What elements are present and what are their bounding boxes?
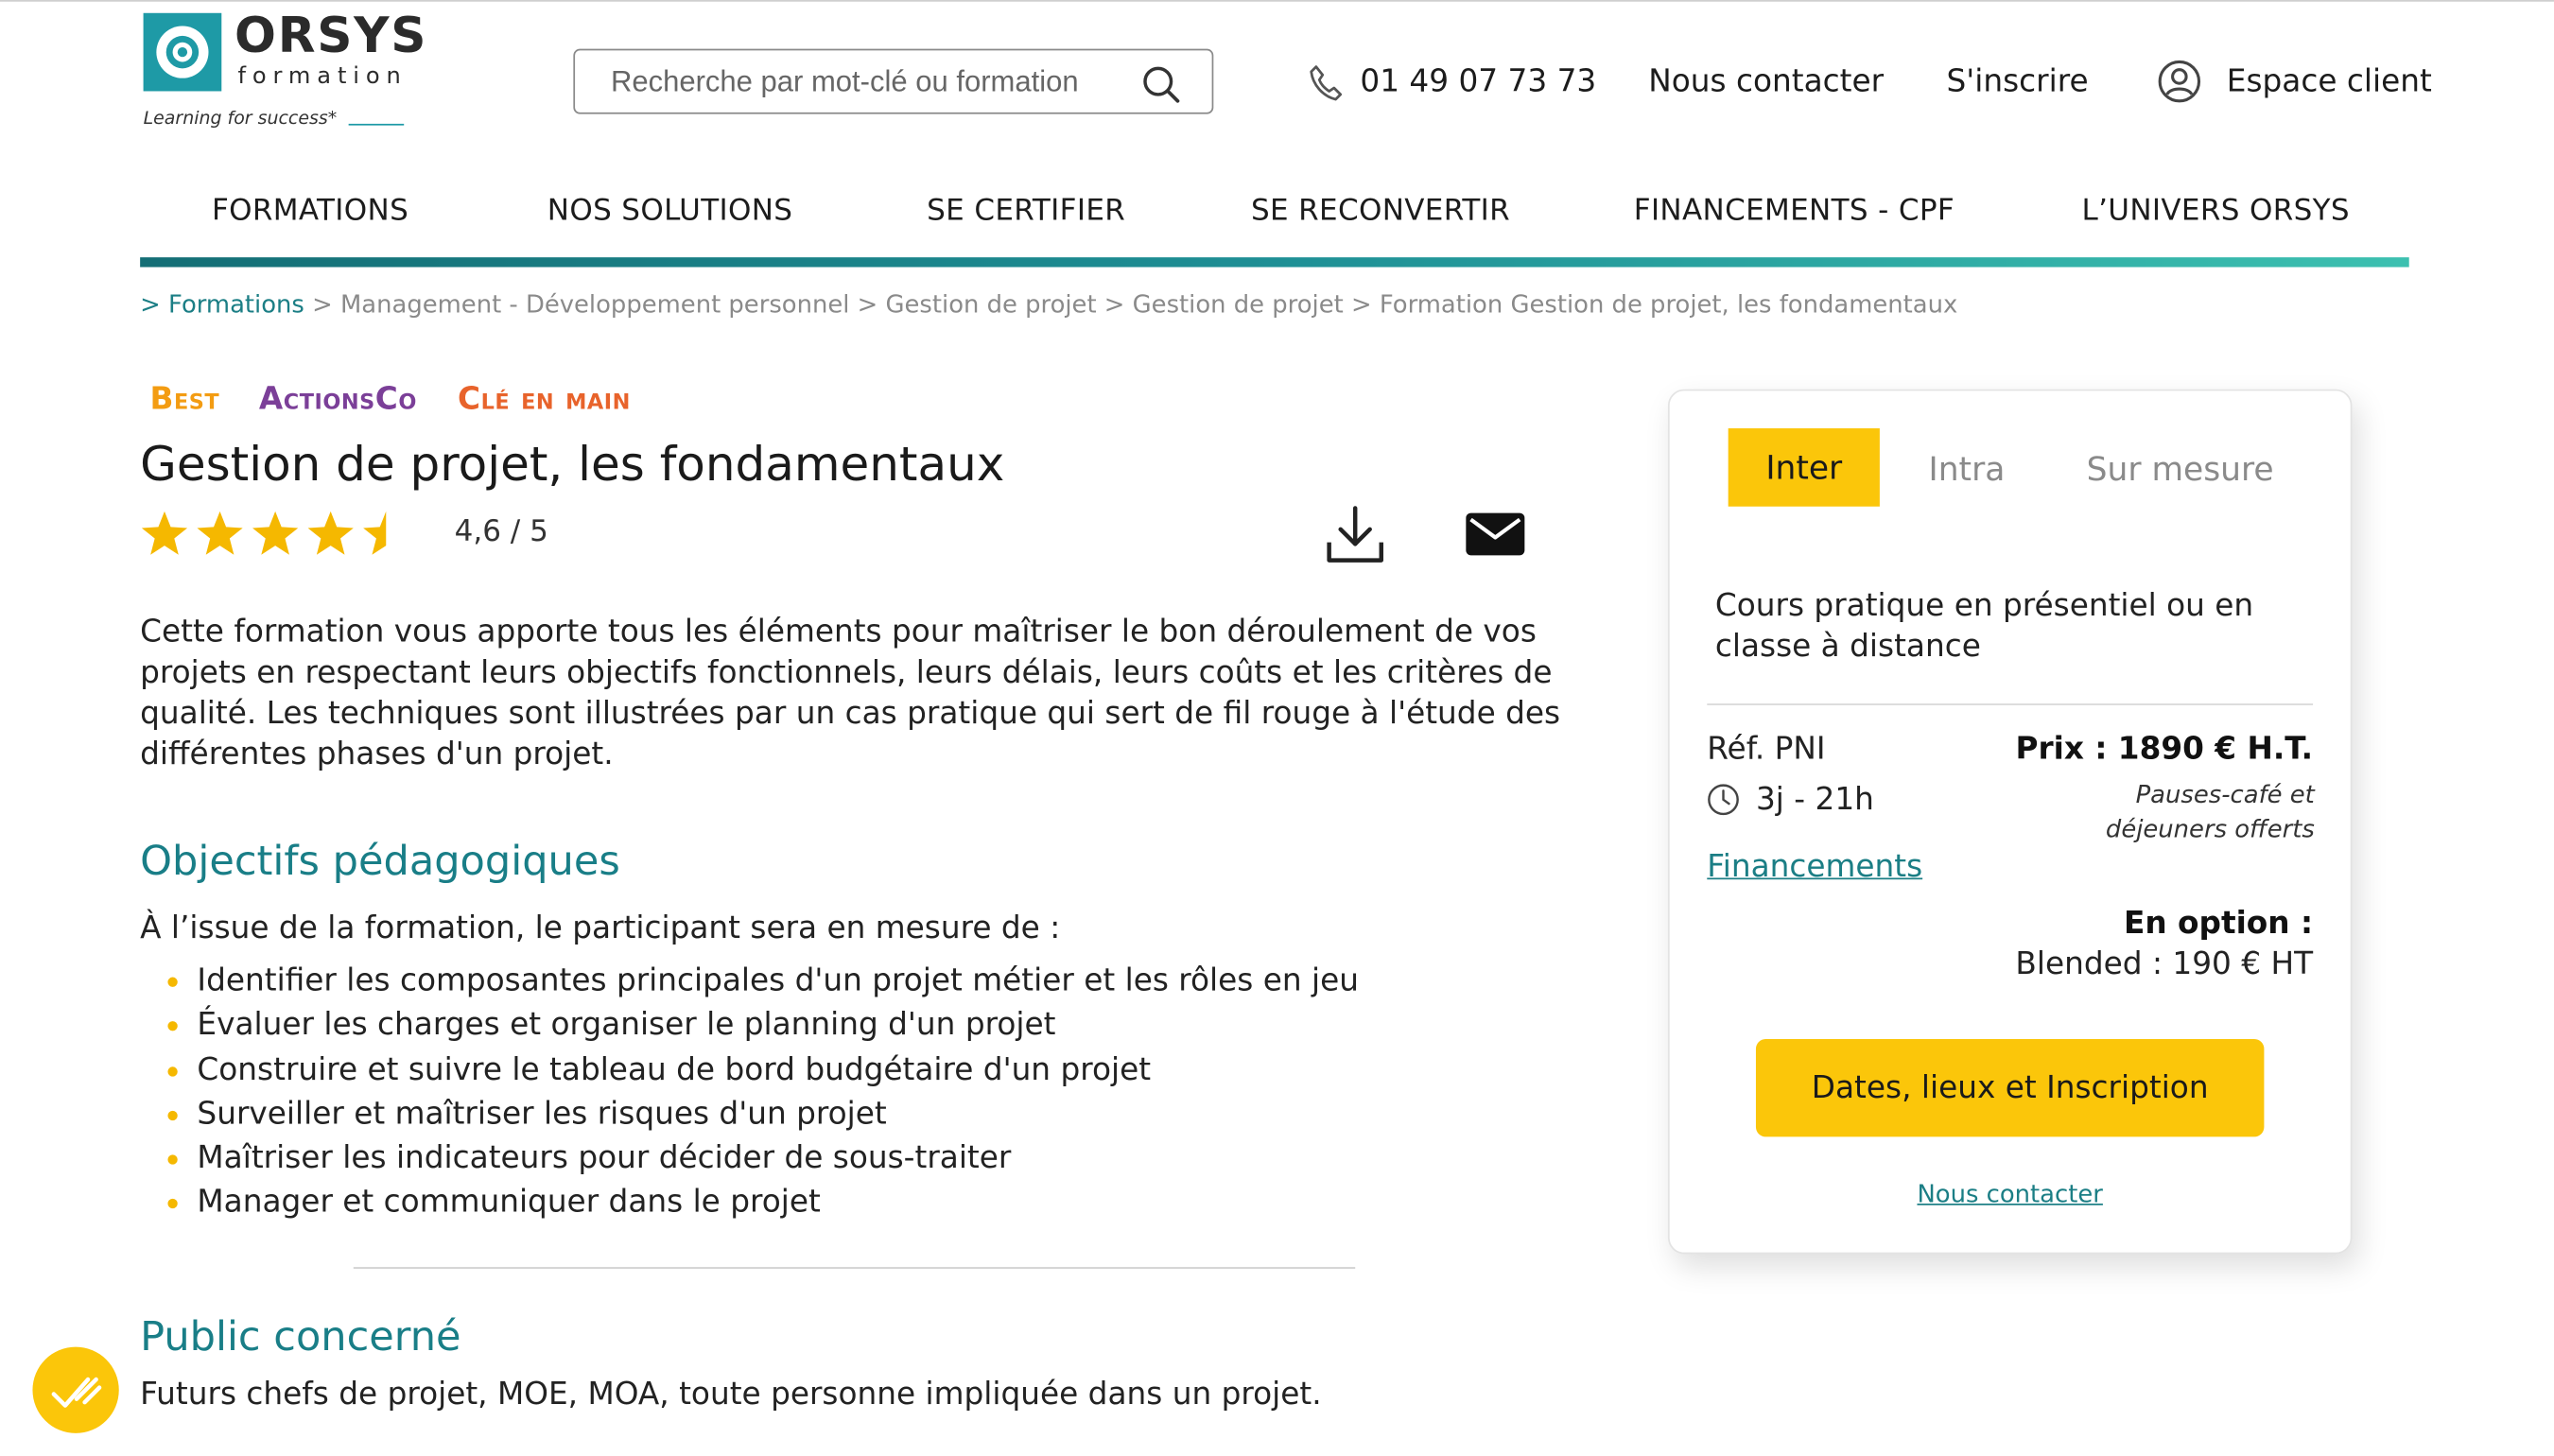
client-area-link[interactable]: Espace client — [2227, 61, 2432, 100]
clock-icon — [1708, 784, 1739, 816]
mail-icon[interactable] — [1465, 510, 1526, 559]
card-contact-link[interactable]: Nous contacter — [1841, 1177, 2180, 1209]
download-icon[interactable] — [1323, 503, 1388, 568]
search-input[interactable] — [610, 61, 1124, 101]
course-description: Cette formation vous apporte tous les él… — [140, 614, 1561, 772]
logo-tagline: Learning for success* — [143, 107, 338, 130]
card-description: Cours pratique en présentiel ou en class… — [1714, 587, 2254, 665]
nav-reconvertir[interactable]: SE RECONVERTIR — [1251, 192, 1510, 231]
badge-best: Best — [149, 381, 220, 417]
tab-sur-mesure[interactable]: Sur mesure — [2087, 449, 2274, 488]
search-icon[interactable] — [1140, 63, 1183, 106]
list-item: Maîtriser les indicateurs pour décider d… — [163, 1137, 1359, 1182]
nav-formations[interactable]: FORMATIONS — [212, 192, 408, 231]
nav-solutions[interactable]: NOS SOLUTIONS — [547, 192, 793, 231]
badge-actionsco: ActionsCo — [258, 381, 417, 417]
tab-intra[interactable]: Intra — [1929, 449, 2006, 488]
public-text: Futurs chefs de projet, MOE, MOA, toute … — [140, 1376, 1322, 1413]
card-divider — [1707, 703, 2314, 705]
logo-underline — [348, 123, 405, 126]
nav-certifier[interactable]: SE CERTIFIER — [927, 192, 1125, 231]
list-item: Identifier les composantes principales d… — [163, 960, 1359, 1004]
rating-value: 4,6 / 5 — [454, 514, 548, 549]
phone-icon — [1310, 65, 1343, 101]
top-border — [0, 0, 2554, 2]
course-title: Gestion de projet, les fondamentaux — [140, 436, 1005, 493]
list-item: Surveiller et maîtriser les risques d'un… — [163, 1093, 1359, 1137]
search-box[interactable] — [573, 48, 1214, 114]
logo-name[interactable]: ORSYS — [235, 9, 427, 67]
double-check-icon — [51, 1377, 102, 1408]
logo-subtitle: formation — [237, 63, 408, 90]
section-divider — [353, 1267, 1356, 1269]
rating-stars — [141, 511, 387, 555]
breadcrumb: > Formations > Management - Développemen… — [140, 288, 1957, 321]
list-item: Construire et suivre le tableau de bord … — [163, 1049, 1359, 1093]
breadcrumb-path[interactable]: > Management - Développement personnel >… — [304, 290, 1957, 320]
option-label: En option : — [2123, 905, 2314, 942]
objectives-intro: À l’issue de la formation, le participan… — [140, 910, 1061, 946]
course-reference: Réf. PNI — [1707, 731, 1826, 768]
orsys-logo-icon[interactable] — [143, 12, 222, 92]
badge-cle-en-main: Clé en main — [458, 381, 631, 417]
contact-link[interactable]: Nous contacter — [1648, 61, 1884, 100]
register-link[interactable]: S'inscrire — [1947, 61, 2089, 100]
objectives-heading: Objectifs pédagogiques — [140, 837, 620, 885]
course-price: Prix : 1890 € H.T. — [2015, 731, 2314, 768]
phone-number[interactable]: 01 49 07 73 73 — [1360, 61, 1596, 100]
option-value: Blended : 190 € HT — [2015, 945, 2314, 982]
pauses-note: Pauses-café et déjeuners offerts — [2105, 780, 2315, 844]
financing-link[interactable]: Financements — [1707, 847, 1922, 886]
nav-underline-bar — [140, 257, 2409, 268]
floating-action-button[interactable] — [32, 1346, 119, 1433]
nav-financements[interactable]: FINANCEMENTS - CPF — [1634, 192, 1955, 231]
list-item: Manager et communiquer dans le projet — [163, 1182, 1359, 1226]
user-icon[interactable] — [2157, 59, 2202, 104]
public-heading: Public concerné — [140, 1312, 461, 1361]
objectives-list: Identifier les composantes principales d… — [163, 960, 1359, 1226]
course-duration: 3j - 21h — [1755, 781, 1874, 818]
list-item: Évaluer les charges et organiser le plan… — [163, 1004, 1359, 1049]
tab-inter[interactable]: Inter — [1728, 428, 1880, 507]
nav-univers[interactable]: L’UNIVERS ORSYS — [2081, 192, 2349, 231]
breadcrumb-formations[interactable]: > Formations — [140, 290, 304, 320]
dates-inscription-button[interactable]: Dates, lieux et Inscription — [1755, 1039, 2265, 1137]
